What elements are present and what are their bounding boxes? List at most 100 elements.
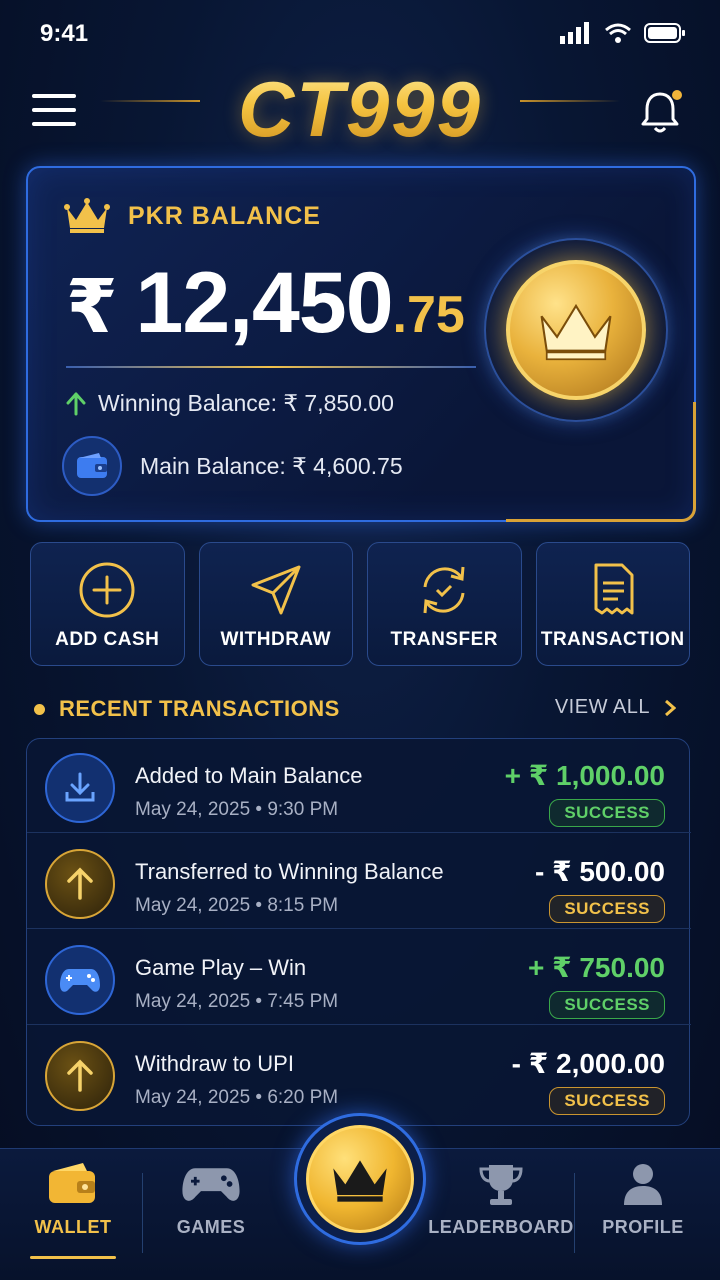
user-icon [624, 1164, 662, 1205]
transaction-row[interactable]: Transferred to Winning Balance May 24, 2… [27, 835, 691, 929]
app-logo: CT999 [200, 64, 520, 155]
transfer-label: TRANSFER [390, 629, 498, 650]
transaction-date: May 24, 2025 • 6:20 PM [135, 1087, 339, 1108]
coin-ring [484, 238, 668, 422]
menu-button[interactable] [32, 94, 76, 130]
plus-circle-icon [79, 562, 135, 618]
transaction-row[interactable]: Withdraw to UPI May 24, 2025 • 6:20 PM -… [27, 1027, 691, 1121]
main-balance-row: Main Balance: ₹ 4,600.75 [62, 436, 403, 496]
arrow-up-icon [66, 392, 86, 415]
menu-icon [32, 94, 76, 98]
withdraw-button[interactable]: WITHDRAW [198, 542, 353, 666]
status-badge: SUCCESS [549, 799, 665, 827]
transaction-title: Game Play – Win [135, 955, 307, 980]
arrow-up-icon [67, 1059, 93, 1092]
transaction-icon-badge [45, 945, 115, 1015]
center-coin [306, 1125, 414, 1233]
add-cash-button[interactable]: ADD CASH [30, 542, 185, 666]
nav-divider [142, 1173, 143, 1253]
transaction-label: TRANSACTION [540, 629, 685, 650]
gamepad-icon [182, 1168, 240, 1201]
transaction-icon-badge [45, 753, 115, 823]
balance-fraction: .75 [392, 286, 465, 344]
balance-divider [66, 366, 476, 368]
balance-header: PKR BALANCE [64, 198, 321, 234]
balance-card: PKR BALANCE ₹ 12,450 .75 Winning Balance… [26, 166, 696, 522]
view-all-link[interactable]: VIEW ALL [555, 696, 676, 719]
status-icons [560, 22, 686, 44]
notification-dot [672, 90, 682, 100]
quick-actions: ADD CASH WITHDRAW TRANSFER TRANSACTION [30, 542, 690, 666]
bullet-dot [34, 703, 45, 715]
recent-title: RECENT TRANSACTIONS [34, 696, 340, 722]
crown-icon [333, 1160, 387, 1202]
transaction-amount: + ₹ 750.00 [527, 952, 665, 983]
nav-profile[interactable]: PROFILE [578, 1161, 708, 1271]
transfer-button[interactable]: TRANSFER [367, 542, 522, 666]
currency-symbol: ₹ [66, 265, 118, 348]
view-all-label: VIEW ALL [554, 696, 650, 718]
signal-icon [560, 22, 589, 44]
logo-container: CT999 [200, 60, 520, 160]
nav-leaderboard[interactable]: LEADERBOARD [428, 1161, 573, 1271]
wallet-badge [62, 436, 122, 496]
withdraw-label: WITHDRAW [220, 629, 332, 650]
nav-divider [574, 1173, 575, 1253]
crown-coin [506, 260, 646, 400]
arrow-up-icon [67, 867, 93, 900]
balance-whole: 12,450 [135, 255, 394, 351]
recent-transactions-header: RECENT TRANSACTIONS VIEW ALL [30, 694, 690, 730]
transaction-icon-badge [45, 849, 115, 919]
balance-label: PKR BALANCE [128, 201, 321, 230]
trophy-icon [479, 1165, 523, 1205]
transaction-title: Added to Main Balance [135, 763, 363, 788]
wallet-icon [49, 1163, 95, 1203]
transaction-button[interactable]: TRANSACTION [535, 542, 690, 666]
wallet-icon [77, 453, 107, 478]
battery-icon [644, 23, 685, 43]
add-cash-label: ADD CASH [55, 629, 160, 650]
chevron-right-icon [665, 699, 676, 716]
wifi-icon [605, 23, 631, 43]
main-balance-text: Main Balance: ₹ 4,600.75 [140, 452, 403, 479]
transaction-icon-badge [45, 1041, 115, 1111]
transfer-icon [423, 566, 465, 614]
transaction-row[interactable]: Added to Main Balance May 24, 2025 • 9:3… [27, 739, 691, 833]
header-decor-right [520, 100, 620, 102]
send-icon [251, 565, 301, 615]
balance-amount: ₹ 12,450 .75 [66, 254, 465, 353]
notification-button[interactable] [636, 88, 684, 136]
header-decor-left [100, 100, 200, 102]
nav-leaderboard-label: LEADERBOARD [428, 1217, 574, 1237]
transactions-list: Added to Main Balance May 24, 2025 • 9:3… [26, 738, 691, 1126]
nav-games-label: GAMES [176, 1217, 246, 1237]
transaction-amount: - ₹ 500.00 [534, 856, 665, 887]
card-corner-decor [506, 402, 696, 522]
status-bar: 9:41 [0, 0, 720, 64]
nav-wallet[interactable]: WALLET [8, 1161, 138, 1271]
crown-icon [64, 198, 110, 233]
winning-balance-text: Winning Balance: ₹ 7,850.00 [98, 390, 394, 416]
nav-games[interactable]: GAMES [146, 1161, 276, 1271]
download-icon [65, 772, 95, 802]
transaction-title: Transferred to Winning Balance [135, 859, 444, 884]
gamepad-icon [60, 969, 100, 992]
home-crown-button[interactable] [294, 1113, 426, 1245]
status-time: 9:41 [40, 20, 89, 47]
transaction-amount: - ₹ 2,000.00 [511, 1048, 665, 1079]
winning-balance-row: Winning Balance: ₹ 7,850.00 [66, 390, 394, 417]
nav-profile-label: PROFILE [602, 1217, 684, 1237]
status-badge: SUCCESS [549, 991, 665, 1019]
bottom-navigation: WALLET GAMES LEADERBOARD PROFILE [0, 1113, 720, 1280]
receipt-icon [594, 563, 634, 615]
transaction-date: May 24, 2025 • 9:30 PM [135, 799, 339, 820]
status-badge: SUCCESS [549, 895, 665, 923]
recent-title-text: RECENT TRANSACTIONS [59, 696, 340, 721]
header: CT999 [0, 60, 720, 160]
crown-icon [540, 303, 612, 361]
transaction-amount: + ₹ 1,000.00 [504, 760, 665, 791]
active-indicator [30, 1256, 116, 1259]
transaction-row[interactable]: Game Play – Win May 24, 2025 • 7:45 PM +… [27, 931, 691, 1025]
transaction-date: May 24, 2025 • 7:45 PM [135, 991, 339, 1012]
status-badge: SUCCESS [549, 1087, 665, 1115]
